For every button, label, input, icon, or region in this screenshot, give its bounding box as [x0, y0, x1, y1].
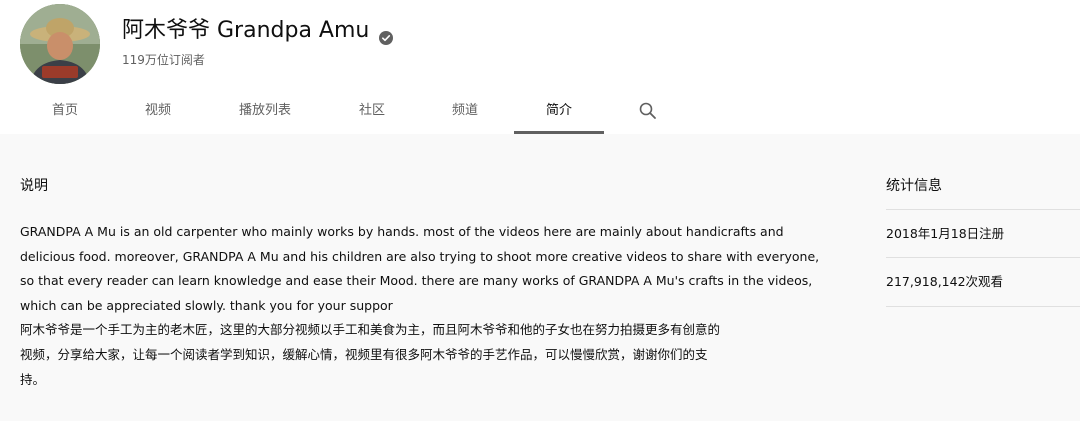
- verified-check-icon: [379, 25, 394, 45]
- channel-header: 阿木爷爷 Grandpa Amu 119万位订阅者 首页 视频 播放列表 社区 …: [0, 0, 1080, 134]
- stats-divider: [886, 209, 1080, 210]
- avatar-image: [20, 4, 100, 84]
- channel-avatar[interactable]: [20, 4, 100, 84]
- tab-community[interactable]: 社区: [348, 90, 396, 132]
- joined-date: 2018年1月18日注册: [886, 226, 1005, 241]
- description-heading: 说明: [20, 178, 48, 194]
- tab-channels[interactable]: 频道: [441, 90, 489, 132]
- tab-playlists[interactable]: 播放列表: [230, 90, 300, 132]
- description-line: 阿木爷爷是一个手工为主的老木匠，这里的大部分视频以手工和美食为主，而且阿木爷爷和…: [20, 322, 721, 338]
- description-line: GRANDPA A Mu is an old carpenter who mai…: [20, 224, 784, 239]
- tab-about[interactable]: 简介: [514, 90, 604, 134]
- description-line: so that every reader can learn knowledge…: [20, 273, 813, 289]
- tab-home[interactable]: 首页: [40, 90, 90, 132]
- channel-tabs: 首页 视频 播放列表 社区 频道 简介: [0, 90, 1080, 134]
- about-content: 说明 GRANDPA A Mu is an old carpenter who …: [0, 134, 1080, 421]
- tab-videos[interactable]: 视频: [134, 90, 182, 132]
- description-line: 持。: [20, 371, 46, 387]
- channel-name[interactable]: 阿木爷爷 Grandpa Amu: [122, 17, 369, 45]
- channel-title-row: 阿木爷爷 Grandpa Amu: [122, 17, 394, 45]
- search-icon[interactable]: [638, 101, 658, 121]
- stats-heading: 统计信息: [886, 178, 942, 194]
- subscriber-count: 119万位订阅者: [122, 53, 205, 67]
- stats-divider: [886, 257, 1080, 258]
- stats-divider: [886, 306, 1080, 307]
- view-count: 217,918,142次观看: [886, 274, 1004, 289]
- description-line: delicious food. moreover, GRANDPA A Mu a…: [20, 248, 820, 264]
- description-line: 视频，分享给大家，让每一个阅读者学到知识，缓解心情，视频里有很多阿木爷爷的手艺作…: [20, 346, 708, 362]
- channel-description: GRANDPA A Mu is an old carpenter who mai…: [20, 220, 820, 392]
- description-line: which can be appreciated slowly. thank y…: [20, 297, 393, 313]
